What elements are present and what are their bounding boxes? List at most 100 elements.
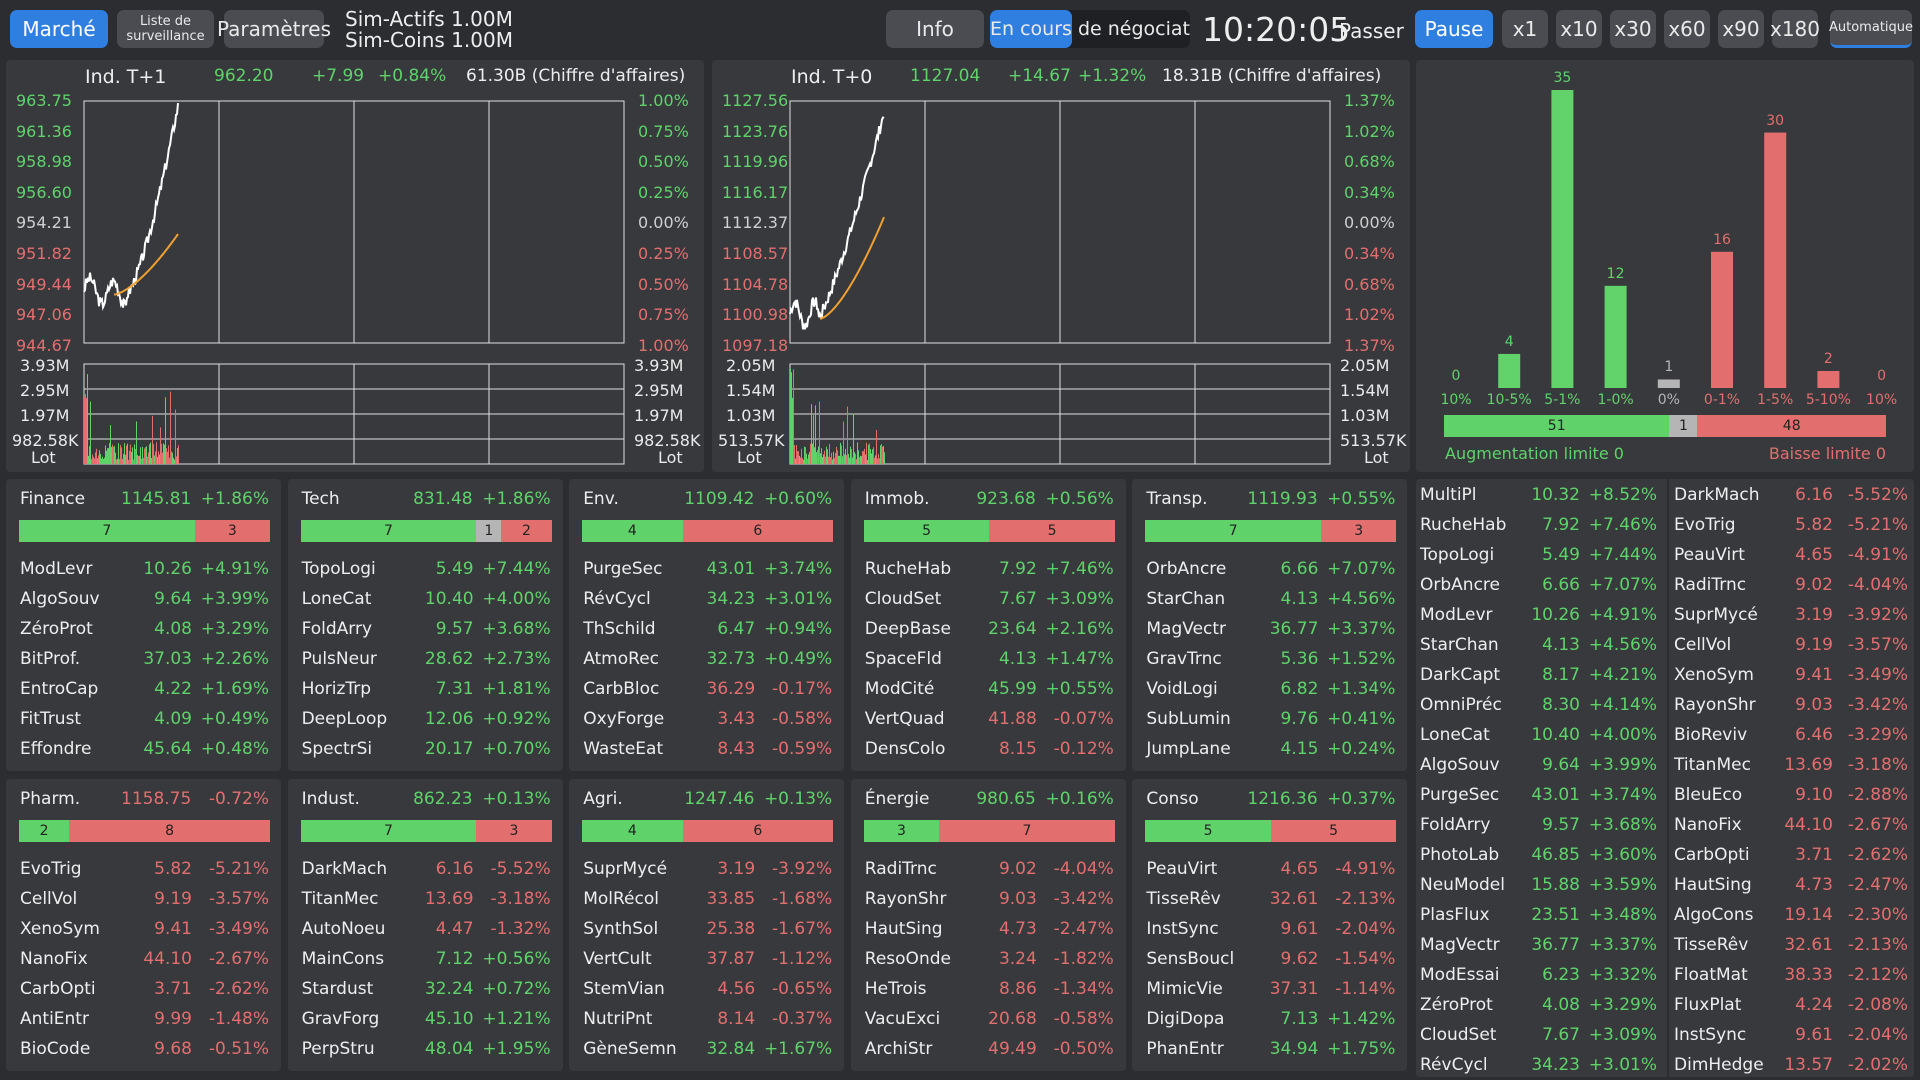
gainer-row[interactable]: PhotoLab 46.85 +3.60% bbox=[1416, 845, 1661, 869]
loser-row[interactable]: RayonShr 9.03 -3.42% bbox=[1669, 695, 1916, 719]
stock-row[interactable]: FoldArry 9.57 +3.68% bbox=[288, 619, 563, 643]
stock-row[interactable]: PhanEntr 34.94 +1.75% bbox=[1132, 1039, 1407, 1063]
loser-row[interactable]: NanoFix 44.10 -2.67% bbox=[1669, 815, 1916, 839]
stock-row[interactable]: OxyForge 3.43 -0.58% bbox=[569, 709, 844, 733]
auto-button[interactable]: Automatique bbox=[1829, 10, 1913, 48]
loser-row[interactable]: BleuEco 9.10 -2.88% bbox=[1669, 785, 1916, 809]
stock-row[interactable]: OrbAncre 6.66 +7.07% bbox=[1132, 559, 1407, 583]
gainer-row[interactable]: RucheHab 7.92 +7.46% bbox=[1416, 515, 1661, 539]
loser-row[interactable]: CarbOpti 3.71 -2.62% bbox=[1669, 845, 1916, 869]
stock-row[interactable]: TitanMec 13.69 -3.18% bbox=[288, 889, 563, 913]
sector-panel[interactable]: Transp. 1119.93 +0.55% 7 3 OrbAncre 6.66 +7.07%… bbox=[1132, 479, 1408, 771]
stock-row[interactable]: SpaceFld 4.13 +1.47% bbox=[851, 649, 1126, 673]
stock-row[interactable]: SubLumin 9.76 +0.41% bbox=[1132, 709, 1407, 733]
stock-row[interactable]: NanoFix 44.10 -2.67% bbox=[6, 949, 281, 973]
speed-x10-button[interactable]: x10 bbox=[1556, 10, 1602, 48]
stock-row[interactable]: VacuExci 20.68 -0.58% bbox=[851, 1009, 1126, 1033]
stock-row[interactable]: CarbBloc 36.29 -0.17% bbox=[569, 679, 844, 703]
stock-row[interactable]: VertCult 37.87 -1.12% bbox=[569, 949, 844, 973]
stock-row[interactable]: RucheHab 7.92 +7.46% bbox=[851, 559, 1126, 583]
stock-row[interactable]: CellVol 9.19 -3.57% bbox=[6, 889, 281, 913]
sector-panel[interactable]: Conso 1216.36 +0.37% 5 5 PeauVirt 4.65 -4.91% Ti… bbox=[1132, 779, 1408, 1071]
speed-x60-button[interactable]: x60 bbox=[1664, 10, 1710, 48]
stock-row[interactable]: AntiEntr 9.99 -1.48% bbox=[6, 1009, 281, 1033]
stock-row[interactable]: StarChan 4.13 +4.56% bbox=[1132, 589, 1407, 613]
loser-row[interactable]: DimHedge 13.57 -2.02% bbox=[1669, 1055, 1916, 1079]
stock-row[interactable]: PerpStru 48.04 +1.95% bbox=[288, 1039, 563, 1063]
stock-row[interactable]: CloudSet 7.67 +3.09% bbox=[851, 589, 1126, 613]
stock-row[interactable]: DensColo 8.15 -0.12% bbox=[851, 739, 1126, 763]
stock-row[interactable]: HautSing 4.73 -2.47% bbox=[851, 919, 1126, 943]
stock-row[interactable]: GèneSemn 32.84 +1.67% bbox=[569, 1039, 844, 1063]
stock-row[interactable]: Effondre 45.64 +0.48% bbox=[6, 739, 281, 763]
loser-row[interactable]: DarkMach 6.16 -5.52% bbox=[1669, 485, 1916, 509]
gainer-row[interactable]: NeuModel 15.88 +3.59% bbox=[1416, 875, 1661, 899]
loser-row[interactable]: TitanMec 13.69 -3.18% bbox=[1669, 755, 1916, 779]
market-tab[interactable]: Marché bbox=[10, 10, 108, 48]
loser-row[interactable]: FluxPlat 4.24 -2.08% bbox=[1669, 995, 1916, 1019]
gainer-row[interactable]: MultiPl 10.32 +8.52% bbox=[1416, 485, 1661, 509]
loser-row[interactable]: XenoSym 9.41 -3.49% bbox=[1669, 665, 1916, 689]
gainer-row[interactable]: ModLevr 10.26 +4.91% bbox=[1416, 605, 1661, 629]
stock-row[interactable]: VertQuad 41.88 -0.07% bbox=[851, 709, 1126, 733]
gainer-row[interactable]: DarkCapt 8.17 +4.21% bbox=[1416, 665, 1661, 689]
stock-row[interactable]: VoidLogi 6.82 +1.34% bbox=[1132, 679, 1407, 703]
loser-row[interactable]: InstSync 9.61 -2.04% bbox=[1669, 1025, 1916, 1049]
sector-panel[interactable]: Indust. 862.23 +0.13% 7 3 DarkMach 6.16 -5.52% T… bbox=[287, 779, 563, 1071]
stock-row[interactable]: RayonShr 9.03 -3.42% bbox=[851, 889, 1126, 913]
stock-row[interactable]: BioCode 9.68 -0.51% bbox=[6, 1039, 281, 1063]
stock-row[interactable]: EvoTrig 5.82 -5.21% bbox=[6, 859, 281, 883]
gainer-row[interactable]: PurgeSec 43.01 +3.74% bbox=[1416, 785, 1661, 809]
stock-row[interactable]: PeauVirt 4.65 -4.91% bbox=[1132, 859, 1407, 883]
gainer-row[interactable]: RévCycl 34.23 +3.01% bbox=[1416, 1055, 1661, 1079]
stock-row[interactable]: Stardust 32.24 +0.72% bbox=[288, 979, 563, 1003]
gainer-row[interactable]: FoldArry 9.57 +3.68% bbox=[1416, 815, 1661, 839]
stock-row[interactable]: DigiDopa 7.13 +1.42% bbox=[1132, 1009, 1407, 1033]
speed-x180-button[interactable]: x180 bbox=[1770, 10, 1820, 48]
stock-row[interactable]: InstSync 9.61 -2.04% bbox=[1132, 919, 1407, 943]
stock-row[interactable]: MagVectr 36.77 +3.37% bbox=[1132, 619, 1407, 643]
stock-row[interactable]: PulsNeur 28.62 +2.73% bbox=[288, 649, 563, 673]
stock-row[interactable]: ZéroProt 4.08 +3.29% bbox=[6, 619, 281, 643]
stock-row[interactable]: SensBoucl 9.62 -1.54% bbox=[1132, 949, 1407, 973]
settings-tab[interactable]: Paramètres bbox=[217, 10, 331, 48]
sector-panel[interactable]: Énergie 980.65 +0.16% 3 7 RadiTrnc 9.02 -4.04% R… bbox=[850, 779, 1126, 1071]
stock-row[interactable]: AutoNoeu 4.47 -1.32% bbox=[288, 919, 563, 943]
stock-row[interactable]: SynthSol 25.38 -1.67% bbox=[569, 919, 844, 943]
stock-row[interactable]: HorizTrp 7.31 +1.81% bbox=[288, 679, 563, 703]
stock-row[interactable]: MolRécol 33.85 -1.68% bbox=[569, 889, 844, 913]
stock-row[interactable]: DarkMach 6.16 -5.52% bbox=[288, 859, 563, 883]
stock-row[interactable]: ModCité 45.99 +0.55% bbox=[851, 679, 1126, 703]
stock-row[interactable]: DeepBase 23.64 +2.16% bbox=[851, 619, 1126, 643]
stock-row[interactable]: DeepLoop 12.06 +0.92% bbox=[288, 709, 563, 733]
loser-row[interactable]: RadiTrnc 9.02 -4.04% bbox=[1669, 575, 1916, 599]
sector-panel[interactable]: Finance 1145.81 +1.86% 7 3 ModLevr 10.26 +4.91%… bbox=[6, 479, 281, 771]
info-button[interactable]: Info bbox=[886, 10, 984, 48]
sector-panel[interactable]: Immob. 923.68 +0.56% 5 5 RucheHab 7.92 +7.46% Cl… bbox=[850, 479, 1126, 771]
loser-row[interactable]: BioReviv 6.46 -3.29% bbox=[1669, 725, 1916, 749]
gainer-row[interactable]: StarChan 4.13 +4.56% bbox=[1416, 635, 1661, 659]
stock-row[interactable]: ModLevr 10.26 +4.91% bbox=[6, 559, 281, 583]
gainer-row[interactable]: LoneCat 10.40 +4.00% bbox=[1416, 725, 1661, 749]
loser-row[interactable]: HautSing 4.73 -2.47% bbox=[1669, 875, 1916, 899]
speed-x1-button[interactable]: x1 bbox=[1502, 10, 1548, 48]
watchlist-tab[interactable]: Liste de surveillance bbox=[117, 10, 214, 48]
sector-panel[interactable]: Tech 831.48 +1.86% 7 1 2 TopoLogi 5.49 +7.44% Lon… bbox=[287, 479, 563, 771]
skip-button[interactable]: Passer bbox=[1339, 19, 1404, 43]
loser-row[interactable]: TisseRêv 32.61 -2.13% bbox=[1669, 935, 1916, 959]
gainer-row[interactable]: AlgoSouv 9.64 +3.99% bbox=[1416, 755, 1661, 779]
stock-row[interactable]: NutriPnt 8.14 -0.37% bbox=[569, 1009, 844, 1033]
speed-x90-button[interactable]: x90 bbox=[1718, 10, 1764, 48]
stock-row[interactable]: BitProf. 37.03 +2.26% bbox=[6, 649, 281, 673]
stock-row[interactable]: AtmoRec 32.73 +0.49% bbox=[569, 649, 844, 673]
stock-row[interactable]: WasteEat 8.43 -0.59% bbox=[569, 739, 844, 763]
gainer-row[interactable]: OrbAncre 6.66 +7.07% bbox=[1416, 575, 1661, 599]
gainer-row[interactable]: MagVectr 36.77 +3.37% bbox=[1416, 935, 1661, 959]
loser-row[interactable]: FloatMat 38.33 -2.12% bbox=[1669, 965, 1916, 989]
pause-button[interactable]: Pause bbox=[1415, 10, 1493, 48]
stock-row[interactable]: PurgeSec 43.01 +3.74% bbox=[569, 559, 844, 583]
loser-row[interactable]: EvoTrig 5.82 -5.21% bbox=[1669, 515, 1916, 539]
stock-row[interactable]: MainCons 7.12 +0.56% bbox=[288, 949, 563, 973]
stock-row[interactable]: ArchiStr 49.49 -0.50% bbox=[851, 1039, 1126, 1063]
stock-row[interactable]: MimicVie 37.31 -1.14% bbox=[1132, 979, 1407, 1003]
